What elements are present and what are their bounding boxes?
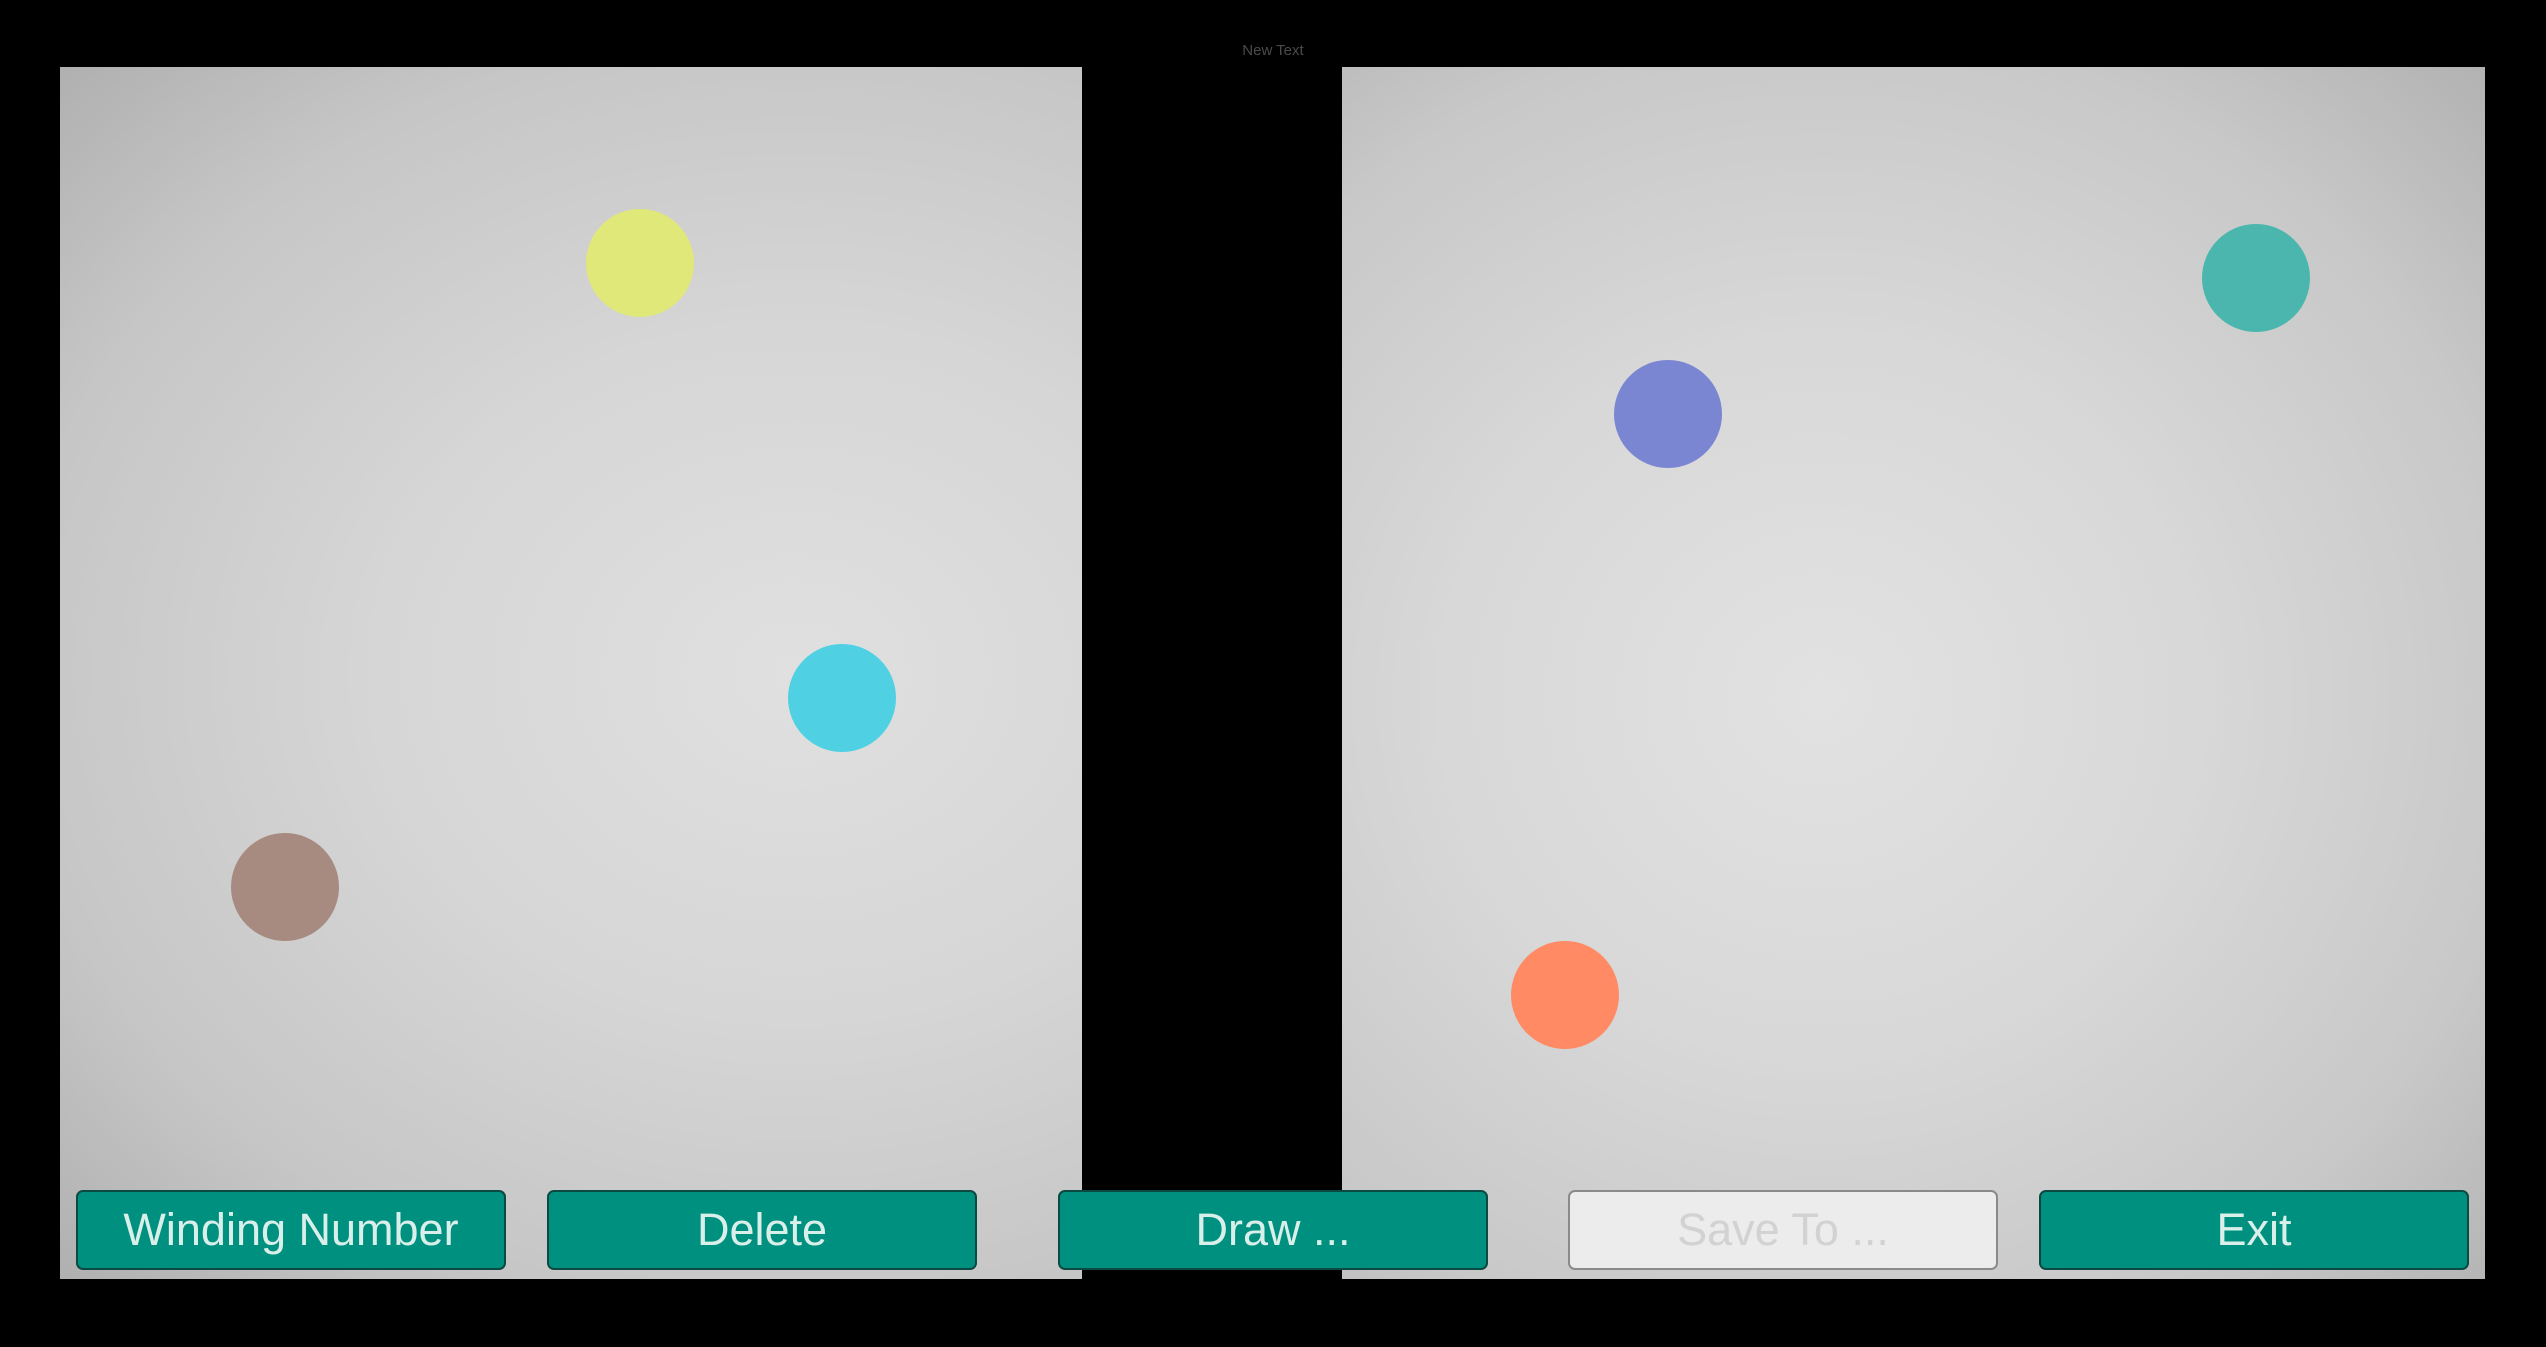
new-text-label: New Text	[1242, 42, 1304, 59]
brown-point[interactable]	[231, 833, 339, 941]
exit-button[interactable]: Exit	[2039, 1190, 2469, 1270]
orange-point[interactable]	[1511, 941, 1619, 1049]
left-canvas[interactable]	[60, 67, 1082, 1279]
indigo-point[interactable]	[1614, 360, 1722, 468]
winding-number-button[interactable]: Winding Number	[76, 1190, 506, 1270]
app-window: New Text Winding Number Delete Draw ... …	[0, 0, 2546, 1347]
cyan-point[interactable]	[788, 644, 896, 752]
yellow-point[interactable]	[586, 209, 694, 317]
delete-button[interactable]: Delete	[547, 1190, 977, 1270]
teal-point[interactable]	[2202, 224, 2310, 332]
save-to-button[interactable]: Save To ...	[1568, 1190, 1998, 1270]
draw-button[interactable]: Draw ...	[1058, 1190, 1488, 1270]
right-canvas[interactable]	[1342, 67, 2485, 1279]
